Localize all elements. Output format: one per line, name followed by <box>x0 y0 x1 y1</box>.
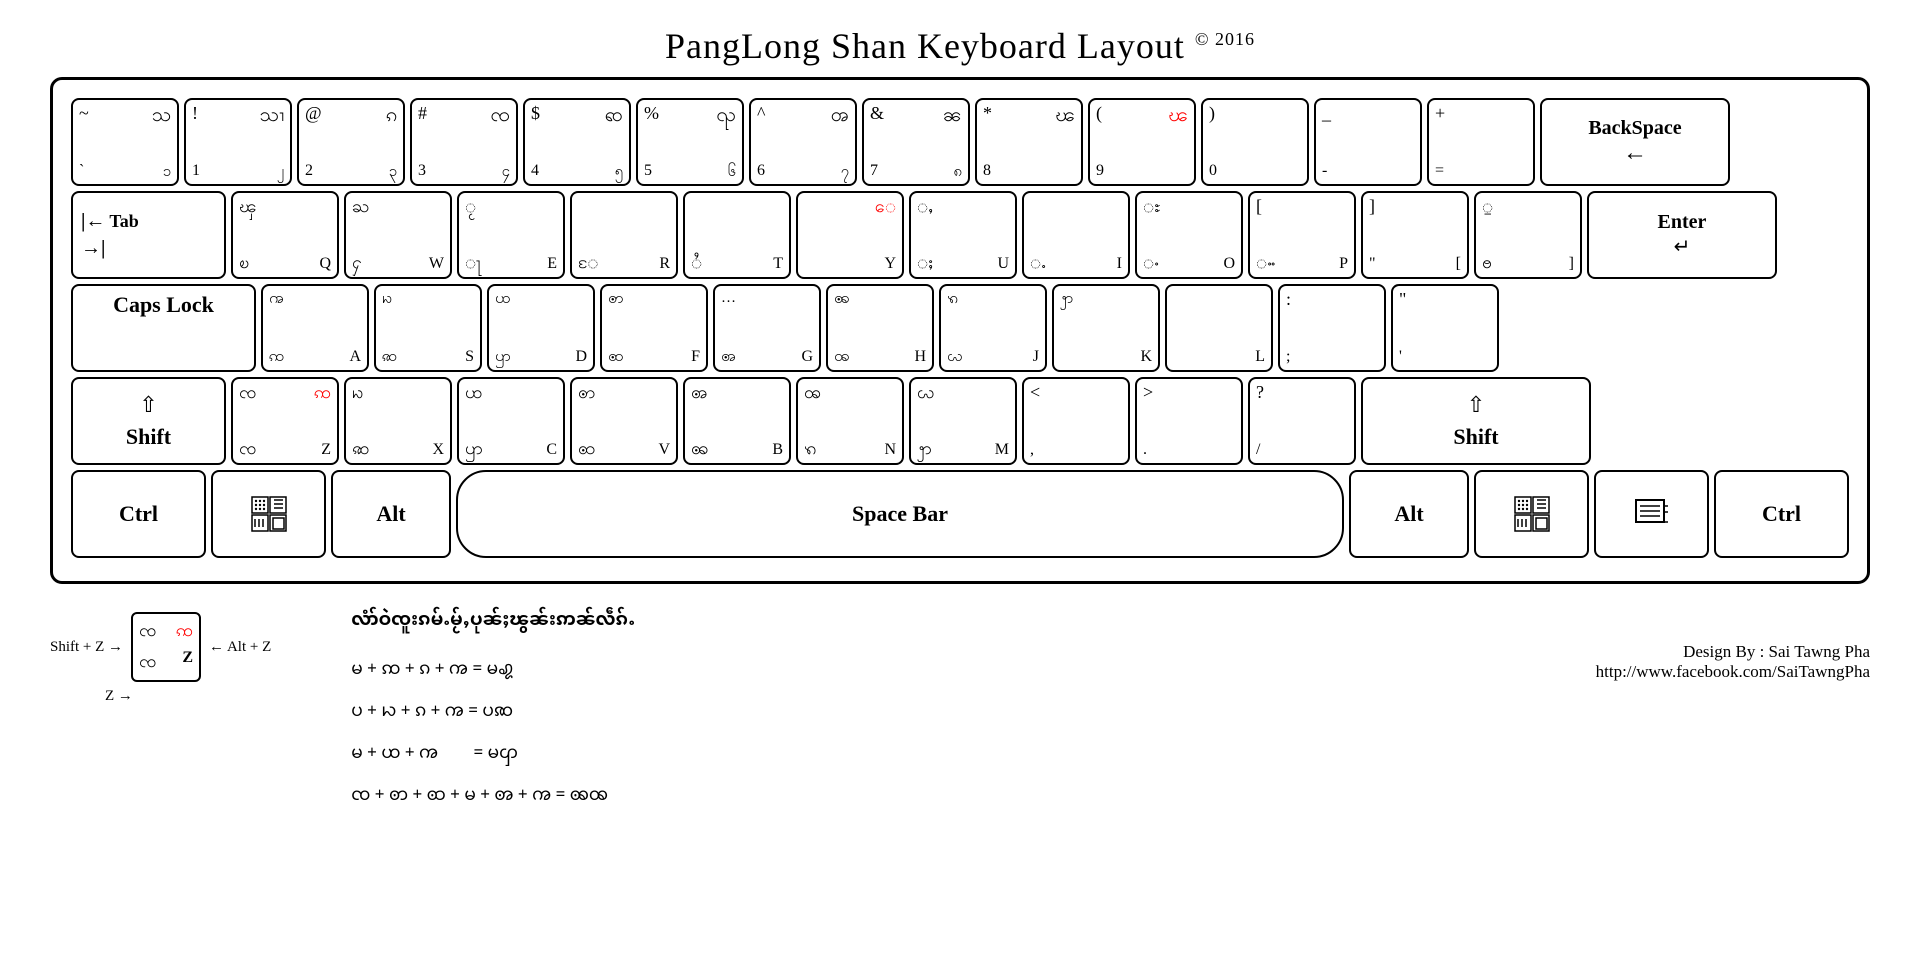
key-r: ႄR <box>570 191 678 279</box>
win-icon-right <box>1512 494 1552 534</box>
copyright: © 2016 <box>1195 29 1255 49</box>
key-i: ႉI <box>1022 191 1130 279</box>
key-7: &ၼ 7၈ <box>862 98 970 186</box>
key-alt-right: Alt <box>1349 470 1469 558</box>
key-space: Space Bar <box>456 470 1344 558</box>
key-n: ꩪ ꩫN <box>796 377 904 465</box>
key-shift-left: ⇧ Shift <box>71 377 226 465</box>
key-bracket-close: ႍ ႎ] <box>1474 191 1582 279</box>
key-comma: < , <box>1022 377 1130 465</box>
key-shift-right: ⇧ Shift <box>1361 377 1591 465</box>
demo-key-z: ၸ ꩡ ၸ Z <box>131 612 201 682</box>
key-row-2: |← Tab →| ၾ ၿQ ႀ ႁW ႂ ႃE ႄR <box>71 191 1849 279</box>
key-tab: |← Tab →| <box>71 191 226 279</box>
key-f: ꩦ ꩧF <box>600 284 708 372</box>
key-4: $ၹ 4၅ <box>523 98 631 186</box>
key-2: @ၵ 2၃ <box>297 98 405 186</box>
key-x: ꩢ ꩣX <box>344 377 452 465</box>
key-ctrl-left: Ctrl <box>71 470 206 558</box>
key-k: ꩭ K <box>1052 284 1160 372</box>
backspace-label: BackSpace <box>1588 117 1681 140</box>
designer-url: http://www.facebook.com/SaiTawngPha <box>1596 662 1870 682</box>
key-m: ꩬ ꩭM <box>909 377 1017 465</box>
key-win-left <box>211 470 326 558</box>
key-p: [ ႌP <box>1248 191 1356 279</box>
combination-section: လံာ်ဝဲၸူးၵမ်ႉမႂ်ႇပုၼ်ႈၽွၼ်းဢၼ်လဵၵ်ႉ မ + … <box>291 602 1575 819</box>
key-bracket-open: ] "[ <box>1361 191 1469 279</box>
key-period: > . <box>1135 377 1243 465</box>
combination-row-3: မ + ꩤ + ꩠ = မꩥ <box>351 735 518 773</box>
bottom-section: Shift + Z → ၸ ꩡ ၸ Z ← Alt + Z Z → လ <box>50 602 1870 819</box>
key-o: ႊ ႋO <box>1135 191 1243 279</box>
key-6: ^ၻ 6၇ <box>749 98 857 186</box>
key-v: ꩦ ꩧV <box>570 377 678 465</box>
key-win-right <box>1474 470 1589 558</box>
key-row-5: Ctrl <box>71 470 1849 558</box>
key-alt-left: Alt <box>331 470 451 558</box>
key-1: !သၢ 1၂ <box>184 98 292 186</box>
page-title: PangLong Shan Keyboard Layout © 2016 <box>665 25 1255 67</box>
key-l: L <box>1165 284 1273 372</box>
key-caps-lock: Caps Lock <box>71 284 256 372</box>
key-menu <box>1594 470 1709 558</box>
z-label: Z → <box>105 688 133 705</box>
key-tilde: ~သ `၁ <box>71 98 179 186</box>
key-c: ꩤ ꩥC <box>457 377 565 465</box>
key-slash: ? / <box>1248 377 1356 465</box>
shift-z-section: Shift + Z → ၸ ꩡ ၸ Z ← Alt + Z Z → <box>50 612 271 705</box>
key-semicolon: : ; <box>1278 284 1386 372</box>
key-s: ꩢ ꩣS <box>374 284 482 372</box>
key-j: ꩫ ꩬJ <box>939 284 1047 372</box>
key-ctrl-right: Ctrl <box>1714 470 1849 558</box>
key-5: %ၺ 5၆ <box>636 98 744 186</box>
key-enter: Enter ↵ <box>1587 191 1777 279</box>
key-row-4: ⇧ Shift ၸꩡ ၸZ ꩢ ꩣX ꩤ ꩥC ꩦ ꩧV ꩨ ꩩB ꩪ <box>71 377 1849 465</box>
combination-row-2: ပ + ꩢ + ၵ + ꩠ = ပꩣ <box>351 693 513 731</box>
key-equal: + = <box>1427 98 1535 186</box>
combination-title: လံာ်ဝဲၸူးၵမ်ႉမႂ်ႇပုၼ်ႈၽွၼ်းဢၼ်လဵၵ်ႉ <box>351 602 635 641</box>
key-8: *ၽ 8 <box>975 98 1083 186</box>
credit-section: Design By : Sai Tawng Pha http://www.fac… <box>1596 602 1870 682</box>
key-e: ႂ ႃE <box>457 191 565 279</box>
key-d: ꩤ ꩥD <box>487 284 595 372</box>
win-icon-left <box>249 494 289 534</box>
keyboard-diagram: ~သ `၁ !သၢ 1၂ @ၵ 2၃ #ၸ 3၄ $ၹ 4၅ %ၺ 5၆ ^ <box>50 77 1870 584</box>
designer-label: Design By : Sai Tawng Pha <box>1596 642 1870 662</box>
key-z: ၸꩡ ၸZ <box>231 377 339 465</box>
key-h: ꩩ ꩪH <box>826 284 934 372</box>
combination-row-4: ၸ + ꩦ + ꩧ + မ + ꩨ + ꩠ = ꩩꩪ <box>351 777 608 815</box>
shift-z-label: Shift + Z → <box>50 639 123 656</box>
key-q: ၾ ၿQ <box>231 191 339 279</box>
key-quote: " ' <box>1391 284 1499 372</box>
alt-z-label: ← Alt + Z <box>209 639 271 656</box>
z-row: Z → <box>50 688 133 705</box>
key-minus: _ - <box>1314 98 1422 186</box>
key-t: ႆT <box>683 191 791 279</box>
key-0: ) 0 <box>1201 98 1309 186</box>
key-b: ꩨ ꩩB <box>683 377 791 465</box>
key-row-3: Caps Lock ꩠ ꩡA ꩢ ꩣS ꩤ ꩥD ꩦ ꩧF … ꩨG ꩩ ꩪ <box>71 284 1849 372</box>
menu-icon <box>1634 496 1670 532</box>
key-row-1: ~သ `၁ !သၢ 1၂ @ၵ 2၃ #ၸ 3၄ $ၹ 4၅ %ၺ 5၆ ^ <box>71 98 1849 186</box>
key-a: ꩠ ꩡA <box>261 284 369 372</box>
key-backspace: BackSpace ← <box>1540 98 1730 186</box>
key-3: #ၸ 3၄ <box>410 98 518 186</box>
key-w: ႀ ႁW <box>344 191 452 279</box>
key-u: ႇ ႈU <box>909 191 1017 279</box>
shift-z-row: Shift + Z → ၸ ꩡ ၸ Z ← Alt + Z <box>50 612 271 682</box>
key-g: … ꩨG <box>713 284 821 372</box>
caps-lock-label: Caps Lock <box>113 292 214 318</box>
key-9: (ၽ 9 <box>1088 98 1196 186</box>
key-y: ေ Y <box>796 191 904 279</box>
combination-row-1: မ + ꩡ + ၵ + ꩠ = မ꩗ <box>351 651 513 689</box>
